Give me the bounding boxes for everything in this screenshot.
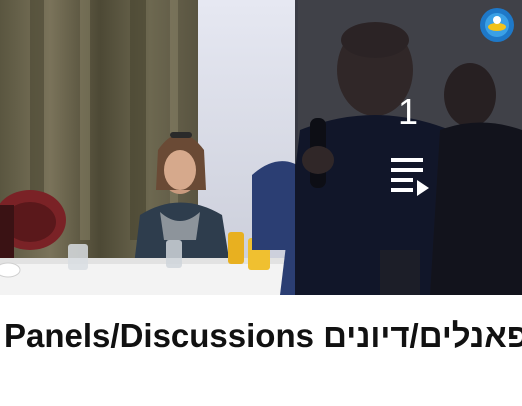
playlist-play-icon <box>391 158 429 196</box>
playlist-card: 1 Panels/Discussions פאנלים/דיונים <box>0 0 522 406</box>
channel-logo-icon[interactable] <box>478 6 516 44</box>
video-count: 1 <box>397 91 419 132</box>
playlist-thumbnail[interactable]: 1 <box>0 0 522 295</box>
playlist-title[interactable]: Panels/Discussions פאנלים/דיונים <box>0 314 522 358</box>
playlist-overlay[interactable]: 1 <box>295 0 522 295</box>
